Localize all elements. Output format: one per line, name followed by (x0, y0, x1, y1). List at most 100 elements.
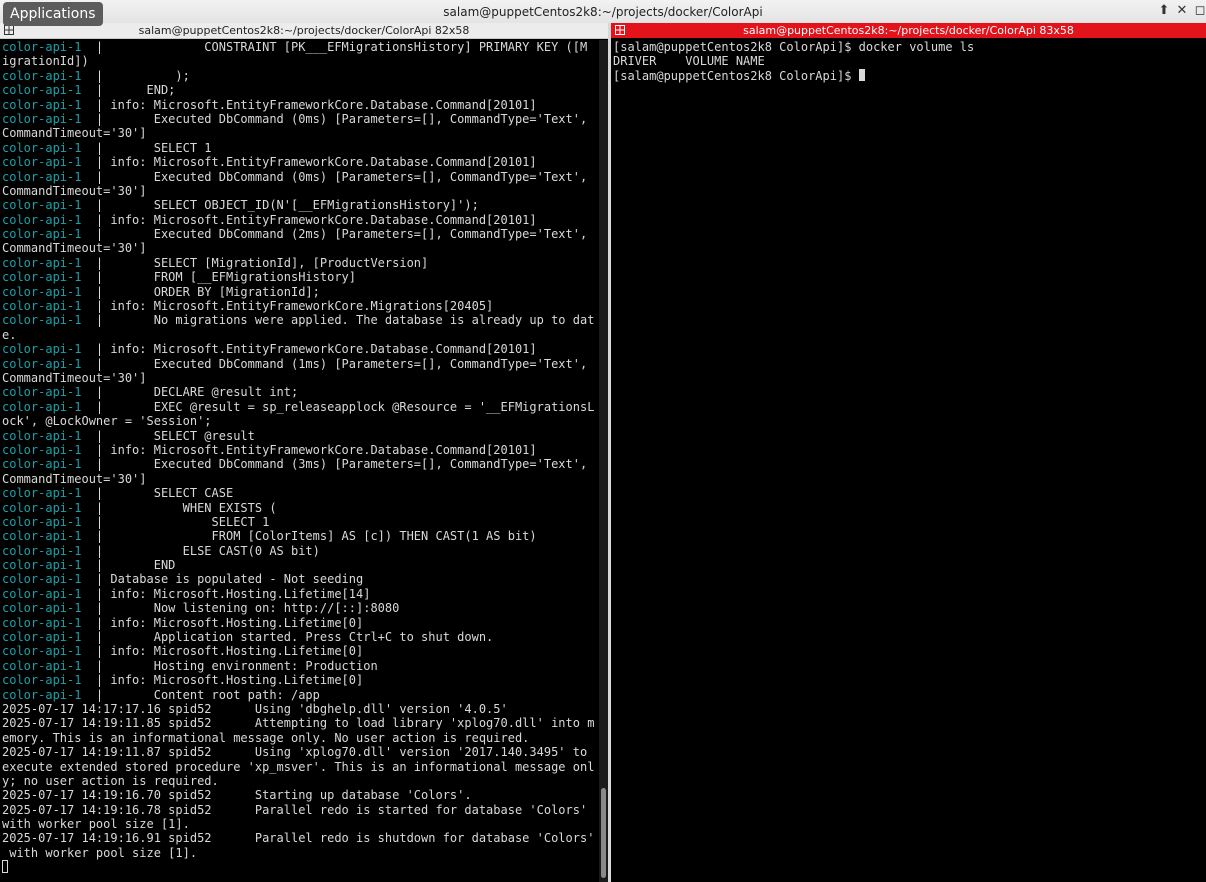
log-text: y; no user action is required. (2, 773, 219, 788)
log-text: 2025-07-17 14:17:17.16 spid52 Using 'dbg… (2, 701, 508, 716)
close-icon[interactable]: ◻ (1192, 3, 1206, 18)
log-text: | info: Microsoft.EntityFrameworkCore.Mi… (95, 299, 494, 314)
terminal-line: color-api-1 | Now listening on: http://[… (2, 601, 598, 615)
right-terminal-pane[interactable]: salam@puppetCentos2k8:~/projects/docker/… (611, 23, 1206, 882)
container-prefix: color-api-1 (2, 630, 96, 645)
log-text: with worker pool size [1]. (2, 845, 198, 860)
terminal-line: color-api-1 | info: Microsoft.EntityFram… (2, 213, 598, 227)
terminal-line: color-api-1 | Executed DbCommand (2ms) [… (2, 227, 598, 241)
terminal-line: color-api-1 | SELECT 1 (2, 141, 598, 155)
left-terminal-scrollbar[interactable] (599, 40, 608, 882)
terminal-line: color-api-1 | info: Microsoft.Hosting.Li… (2, 616, 598, 630)
container-prefix: color-api-1 (2, 543, 96, 558)
right-pane-title: salam@puppetCentos2k8:~/projects/docker/… (743, 24, 1074, 37)
terminal-line: ock', @LockOwner = 'Session'; (2, 414, 598, 428)
scrollbar-thumb[interactable] (601, 788, 606, 878)
terminal-line: with worker pool size [1]. (2, 846, 598, 860)
terminal-line: color-api-1 | Executed DbCommand (1ms) [… (2, 357, 598, 371)
log-text: | CONSTRAINT [PK___EFMigrationsHistory] … (95, 40, 588, 54)
container-prefix: color-api-1 (2, 68, 96, 83)
log-text: | SELECT 1 (95, 514, 270, 529)
container-prefix: color-api-1 (2, 428, 96, 443)
container-prefix: color-api-1 (2, 356, 96, 371)
log-text: CommandTimeout='30'] (2, 370, 147, 385)
container-prefix: color-api-1 (2, 514, 96, 529)
log-text: | info: Microsoft.EntityFrameworkCore.Da… (95, 342, 537, 357)
terminal-line: color-api-1 | FROM [ColorItems] AS [c]) … (2, 529, 598, 543)
terminal-line: color-api-1 | info: Microsoft.EntityFram… (2, 299, 598, 313)
log-text: emory. This is an informational message … (2, 730, 530, 745)
terminal-line: emory. This is an informational message … (2, 731, 598, 745)
maximize-icon[interactable]: ✕ (1174, 3, 1190, 18)
terminal-line: [salam@puppetCentos2k8 ColorApi]$ docker… (613, 40, 975, 54)
terminal-line: with worker pool size [1]. (2, 817, 598, 831)
log-text: 2025-07-17 14:19:11.87 spid52 Using 'xpl… (2, 745, 588, 760)
container-prefix: color-api-1 (2, 529, 96, 544)
container-prefix: color-api-1 (2, 615, 96, 630)
log-text: | Executed DbCommand (2ms) [Parameters=[… (95, 227, 588, 242)
log-text: | Executed DbCommand (0ms) [Parameters=[… (95, 169, 588, 184)
right-terminal-output[interactable]: [salam@puppetCentos2k8 ColorApi]$ docker… (613, 40, 974, 83)
left-terminal-output[interactable]: color-api-1 | CONSTRAINT [PK___EFMigrati… (2, 40, 598, 875)
container-prefix: color-api-1 (2, 212, 96, 227)
terminal-line: 2025-07-17 14:19:16.70 spid52 Starting u… (2, 788, 598, 802)
terminal-cursor (858, 68, 865, 81)
left-terminal-pane[interactable]: salam@puppetCentos2k8:~/projects/docker/… (0, 23, 608, 882)
log-text: | ORDER BY [MigrationId]; (95, 284, 320, 299)
right-pane-titlebar[interactable]: salam@puppetCentos2k8:~/projects/docker/… (611, 23, 1206, 38)
terminal-line: color-api-1 | Content root path: /app (2, 688, 598, 702)
log-text: | SELECT 1 (95, 140, 212, 155)
terminal-line: CommandTimeout='30'] (2, 241, 598, 255)
log-text: 2025-07-17 14:19:16.78 spid52 Parallel r… (2, 802, 588, 817)
container-prefix: color-api-1 (2, 270, 96, 285)
container-prefix: color-api-1 (2, 572, 96, 587)
log-text: | info: Microsoft.EntityFrameworkCore.Da… (95, 97, 537, 112)
container-prefix: color-api-1 (2, 601, 96, 616)
container-prefix: color-api-1 (2, 558, 96, 573)
log-text: e. (2, 327, 17, 342)
terminal-line: 2025-07-17 14:19:16.78 spid52 Parallel r… (2, 803, 598, 817)
log-text: CommandTimeout='30'] (2, 471, 147, 486)
log-text: | Database is populated - Not seeding (95, 572, 364, 587)
container-prefix: color-api-1 (2, 198, 96, 213)
terminal-line: color-api-1 | SELECT CASE (2, 486, 598, 500)
log-text: | FROM [__EFMigrationsHistory] (95, 270, 357, 285)
container-prefix: color-api-1 (2, 385, 96, 400)
terminal-prompt-line[interactable]: [salam@puppetCentos2k8 ColorApi]$ (613, 68, 974, 83)
applications-menu-button[interactable]: Applications (3, 2, 103, 26)
terminal-line: color-api-1 | SELECT [MigrationId], [Pro… (2, 256, 598, 270)
log-text: | info: Microsoft.Hosting.Lifetime[0] (95, 644, 364, 659)
terminal-line: CommandTimeout='30'] (2, 126, 598, 140)
log-text: execute extended stored procedure 'xp_ms… (2, 759, 595, 774)
log-text: | info: Microsoft.EntityFrameworkCore.Da… (95, 212, 537, 227)
terminal-line: DRIVER VOLUME NAME (613, 54, 765, 69)
left-pane-title: salam@puppetCentos2k8:~/projects/docker/… (138, 24, 470, 37)
log-text: | SELECT [MigrationId], [ProductVersion] (95, 255, 429, 270)
terminal-line: color-api-1 | CONSTRAINT [PK___EFMigrati… (2, 40, 598, 54)
terminal-line: CommandTimeout='30'] (2, 371, 598, 385)
container-prefix: color-api-1 (2, 40, 96, 54)
log-text: | info: Microsoft.Hosting.Lifetime[0] (95, 673, 364, 688)
terminal-line: color-api-1 | info: Microsoft.Hosting.Li… (2, 587, 598, 601)
log-text: | No migrations were applied. The databa… (95, 313, 595, 328)
log-text: ock', @LockOwner = 'Session'; (2, 414, 212, 429)
container-prefix: color-api-1 (2, 140, 96, 155)
minimize-icon[interactable]: ⬆ (1156, 3, 1172, 18)
log-text: | END; (95, 83, 176, 98)
window-title: salam@puppetCentos2k8:~/projects/docker/… (443, 5, 763, 19)
container-prefix: color-api-1 (2, 457, 96, 472)
log-text: | SELECT @result (95, 428, 255, 443)
container-prefix: color-api-1 (2, 644, 96, 659)
terminal-line: 2025-07-17 14:19:11.85 spid52 Attempting… (2, 716, 598, 730)
window-titlebar[interactable]: salam@puppetCentos2k8:~/projects/docker/… (0, 0, 1206, 24)
container-prefix: color-api-1 (2, 586, 96, 601)
log-text: | Executed DbCommand (3ms) [Parameters=[… (95, 457, 588, 472)
log-text: 2025-07-17 14:19:16.91 spid52 Parallel r… (2, 831, 595, 846)
terminal-line: color-api-1 | info: Microsoft.EntityFram… (2, 155, 598, 169)
log-text: | EXEC @result = sp_releaseapplock @Reso… (95, 399, 595, 414)
terminal-line: color-api-1 | SELECT @result (2, 429, 598, 443)
terminal-icon (4, 25, 14, 35)
container-prefix: color-api-1 (2, 111, 96, 126)
terminal-line: y; no user action is required. (2, 774, 598, 788)
log-text: igrationId]) (2, 54, 89, 69)
